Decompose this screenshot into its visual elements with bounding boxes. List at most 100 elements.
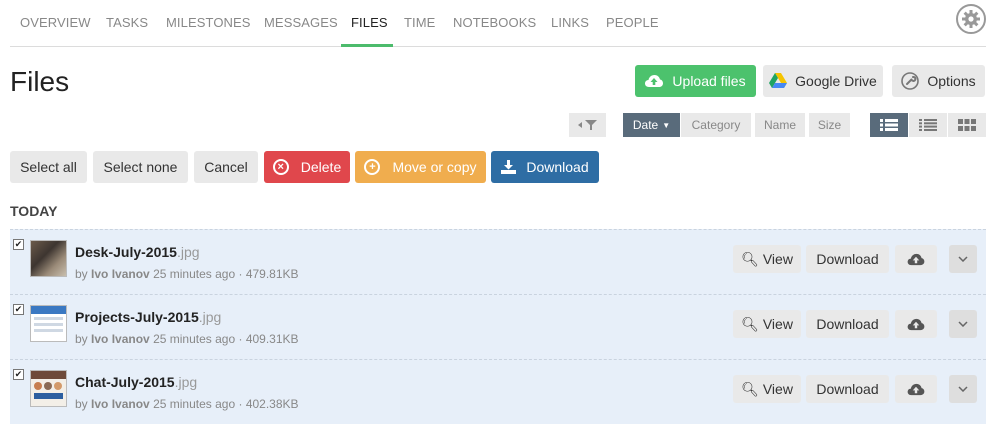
view-label: View <box>762 251 793 267</box>
wrench-icon <box>901 72 920 90</box>
page-title: Files <box>10 66 70 97</box>
delete-label: Delete <box>300 159 342 175</box>
file-row[interactable]: ✔ Projects-July-2015.jpg by Ivo Ivanov 2… <box>10 294 986 359</box>
file-meta: by Ivo Ivanov 25 minutes ago · 402.38KB <box>75 397 299 411</box>
file-checkbox[interactable]: ✔ <box>13 369 24 380</box>
filter-icon <box>577 120 597 130</box>
more-actions-button[interactable] <box>949 310 977 338</box>
chevron-down-icon <box>958 321 968 327</box>
meta-separator: · <box>238 267 243 281</box>
tab-milestones[interactable]: MILESTONES <box>166 15 251 30</box>
chevron-down-icon <box>958 386 968 392</box>
tab-notebooks[interactable]: NOTEBOOKS <box>453 15 536 30</box>
list-view-button[interactable] <box>870 113 908 137</box>
file-time: 25 minutes ago <box>153 267 236 281</box>
view-button[interactable]: 🔍︎ View <box>733 245 801 273</box>
meta-by: by <box>75 397 88 411</box>
cloud-upload-button[interactable] <box>895 245 937 273</box>
view-label: View <box>762 381 793 397</box>
file-checkbox[interactable]: ✔ <box>13 239 24 250</box>
tab-overview[interactable]: OVERVIEW <box>20 15 91 30</box>
tab-messages[interactable]: MESSAGES <box>264 15 338 30</box>
close-circle-icon: × <box>272 159 289 175</box>
options-label: Options <box>927 73 976 89</box>
meta-separator: · <box>238 332 243 346</box>
cancel-button[interactable]: Cancel <box>194 151 258 183</box>
download-label: Download <box>526 159 589 175</box>
tab-links[interactable]: LINKS <box>551 15 589 30</box>
list-view-icon <box>880 119 898 131</box>
plus-circle-icon: + <box>364 159 381 175</box>
tab-files[interactable]: FILES <box>351 15 388 30</box>
file-checkbox[interactable]: ✔ <box>13 304 24 315</box>
file-name-base: Chat-July-2015 <box>75 374 175 390</box>
tab-tasks[interactable]: TASKS <box>106 15 148 30</box>
sort-date[interactable]: Date ▼ <box>623 113 680 137</box>
file-name[interactable]: Desk-July-2015.jpg <box>75 244 200 260</box>
search-icon: 🔍︎ <box>741 250 759 267</box>
google-drive-button[interactable]: Google Drive <box>763 65 883 97</box>
chevron-down-icon <box>958 256 968 262</box>
file-row[interactable]: ✔ Chat-July-2015.jpg by Ivo Ivanov 25 mi… <box>10 359 986 424</box>
file-extension: .jpg <box>174 374 198 390</box>
file-thumbnail[interactable] <box>30 370 67 407</box>
meta-separator: · <box>238 397 243 411</box>
file-time: 25 minutes ago <box>153 397 236 411</box>
top-nav: OVERVIEW TASKS MILESTONES MESSAGES FILES… <box>10 0 986 47</box>
view-label: View <box>762 316 793 332</box>
file-row[interactable]: ✔ Desk-July-2015.jpg by Ivo Ivanov 25 mi… <box>10 229 986 294</box>
active-tab-indicator <box>341 44 393 47</box>
sort-date-label: Date <box>632 118 659 132</box>
cloud-upload-button[interactable] <box>895 310 937 338</box>
section-header-today: TODAY <box>10 203 58 219</box>
file-author[interactable]: Ivo Ivanov <box>91 397 150 411</box>
file-author[interactable]: Ivo Ivanov <box>91 267 150 281</box>
upload-files-label: Upload files <box>672 73 746 89</box>
more-actions-button[interactable] <box>949 375 977 403</box>
delete-button[interactable]: × Delete <box>264 151 350 183</box>
file-size: 479.81KB <box>245 267 299 281</box>
cloud-upload-icon <box>645 75 664 87</box>
file-name-base: Projects-July-2015 <box>75 309 199 325</box>
file-author[interactable]: Ivo Ivanov <box>91 332 150 346</box>
download-button[interactable]: Download <box>806 375 889 403</box>
file-size: 409.31KB <box>245 332 299 346</box>
meta-by: by <box>75 267 88 281</box>
file-meta: by Ivo Ivanov 25 minutes ago · 479.81KB <box>75 267 299 281</box>
tab-people[interactable]: PEOPLE <box>606 15 659 30</box>
sort-name[interactable]: Name <box>755 113 805 137</box>
file-meta: by Ivo Ivanov 25 minutes ago · 409.31KB <box>75 332 299 346</box>
options-button[interactable]: Options <box>892 65 985 97</box>
more-actions-button[interactable] <box>949 245 977 273</box>
file-name-base: Desk-July-2015 <box>75 244 177 260</box>
download-button[interactable]: Download <box>806 310 889 338</box>
meta-by: by <box>75 332 88 346</box>
file-name[interactable]: Projects-July-2015.jpg <box>75 309 221 325</box>
download-selected-button[interactable]: Download <box>491 151 599 183</box>
cloud-upload-icon <box>907 383 925 395</box>
filter-toggle[interactable] <box>569 113 606 137</box>
file-thumbnail[interactable] <box>30 305 67 342</box>
download-button[interactable]: Download <box>806 245 889 273</box>
sort-size[interactable]: Size <box>809 113 850 137</box>
download-icon <box>501 160 517 174</box>
compact-list-button[interactable] <box>909 113 947 137</box>
move-or-copy-label: Move or copy <box>392 159 477 175</box>
move-or-copy-button[interactable]: + Move or copy <box>355 151 486 183</box>
search-icon: 🔍︎ <box>741 380 759 397</box>
cloud-upload-button[interactable] <box>895 375 937 403</box>
select-none-button[interactable]: Select none <box>93 151 188 183</box>
upload-files-button[interactable]: Upload files <box>635 65 756 97</box>
grid-view-button[interactable] <box>948 113 986 137</box>
view-button[interactable]: 🔍︎ View <box>733 310 801 338</box>
file-extension: .jpg <box>198 309 222 325</box>
gear-icon[interactable] <box>956 4 986 34</box>
file-size: 402.38KB <box>245 397 299 411</box>
google-drive-label: Google Drive <box>795 73 877 89</box>
view-button[interactable]: 🔍︎ View <box>733 375 801 403</box>
file-thumbnail[interactable] <box>30 240 67 277</box>
sort-category[interactable]: Category <box>681 113 751 137</box>
tab-time[interactable]: TIME <box>404 15 435 30</box>
select-all-button[interactable]: Select all <box>10 151 87 183</box>
file-name[interactable]: Chat-July-2015.jpg <box>75 374 197 390</box>
